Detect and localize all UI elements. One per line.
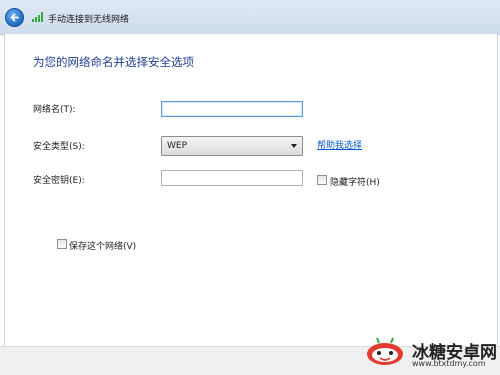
network-name-input[interactable] (161, 101, 303, 117)
watermark-logo-icon (367, 337, 403, 365)
security-type-select[interactable]: WEP (161, 136, 303, 156)
save-network-checkbox[interactable] (57, 239, 67, 249)
page-heading: 为您的网络命名并选择安全选项 (33, 55, 194, 69)
security-type-label: 安全类型(S): (33, 142, 85, 152)
window-title: 手动连接到无线网络 (48, 15, 130, 25)
security-key-input[interactable] (161, 170, 303, 186)
network-name-label: 网络名(T): (33, 105, 76, 115)
watermark-url: www.btxtdmy.com (412, 359, 486, 368)
help-choose-link[interactable]: 帮助我选择 (317, 138, 362, 151)
back-arrow-icon (10, 13, 19, 22)
dialog-content (4, 34, 498, 346)
hide-characters-label: 隐藏字符(H) (330, 178, 380, 188)
hide-characters-checkbox[interactable] (317, 175, 327, 185)
chevron-down-icon (291, 144, 297, 148)
wireless-signal-icon (32, 12, 43, 22)
security-type-value: WEP (167, 141, 188, 151)
security-key-label: 安全密钥(E): (33, 176, 85, 186)
save-network-label: 保存这个网络(V) (69, 242, 137, 252)
title-bar: 手动连接到无线网络 (0, 0, 500, 35)
back-button[interactable] (5, 8, 24, 27)
